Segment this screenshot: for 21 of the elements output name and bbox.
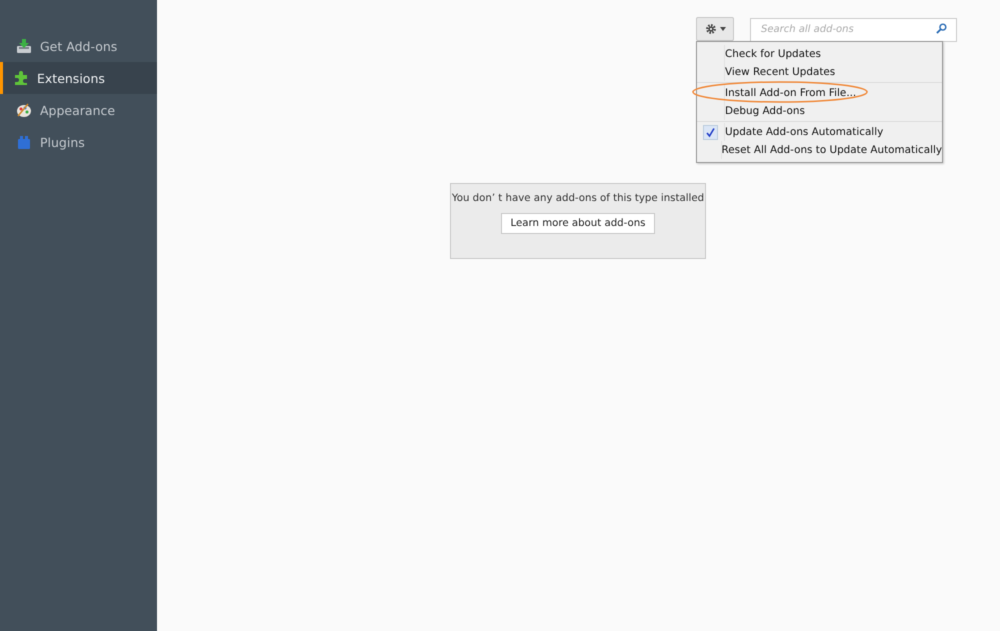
sidebar-item[interactable]: Plugins: [0, 126, 157, 158]
settings-icon: [704, 23, 716, 35]
menu-item[interactable]: Debug Add-ons: [697, 102, 942, 120]
search-field[interactable]: Search all add-ons: [750, 18, 957, 42]
sidebar-item[interactable]: Appearance: [0, 94, 157, 126]
menu-item[interactable]: Install Add-on From File...: [697, 84, 942, 102]
block-icon: [16, 134, 32, 150]
palette-icon: [16, 102, 32, 118]
learn-more-button[interactable]: Learn more about add-ons: [501, 213, 654, 234]
menu-item[interactable]: Check for Updates: [697, 45, 942, 63]
sidebar-item[interactable]: Get Add-ons: [0, 30, 157, 62]
download-tray-icon: [16, 38, 32, 54]
menu-item[interactable]: View Recent Updates: [697, 63, 942, 81]
settings-menu-button[interactable]: [696, 17, 734, 41]
search-icon: [936, 23, 947, 34]
sidebar-item[interactable]: Extensions: [0, 62, 157, 94]
menu-item[interactable]: Reset All Add-ons to Update Automatically: [697, 141, 942, 159]
caret-icon: [720, 27, 726, 31]
menu-item[interactable]: Update Add-ons Automatically: [697, 123, 942, 141]
puzzle-icon: [13, 70, 29, 86]
empty-message: You don’ t have any add-ons of this type installed: [452, 193, 704, 204]
